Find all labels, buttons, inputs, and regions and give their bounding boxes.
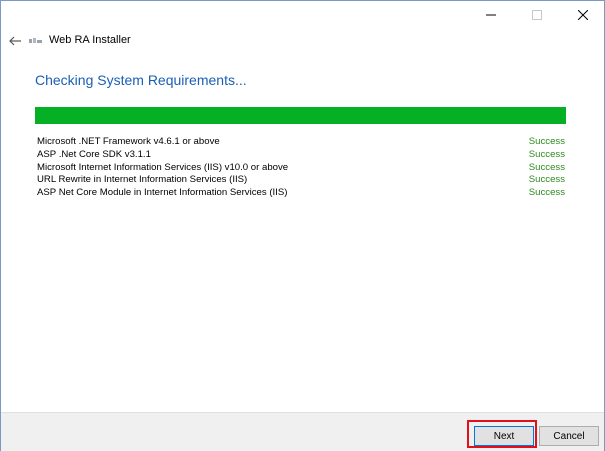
footer-bar: Next Cancel (1, 412, 604, 451)
requirement-name: Microsoft Internet Information Services … (37, 161, 289, 173)
progress-bar (35, 107, 566, 124)
back-button[interactable] (5, 32, 25, 50)
cancel-button[interactable]: Cancel (539, 426, 599, 446)
requirement-name: Microsoft .NET Framework v4.6.1 or above (37, 136, 220, 147)
requirement-row: Microsoft .NET Framework v4.6.1 or above… (37, 136, 565, 149)
requirement-name: URL Rewrite in Internet Information Serv… (37, 174, 248, 186)
requirement-row: ASP Net Core Module in Internet Informat… (37, 187, 565, 200)
requirement-status: Success (528, 148, 565, 160)
close-button[interactable] (560, 1, 605, 29)
requirement-name: ASP .Net Core SDK v3.1.1 (37, 148, 151, 160)
requirement-status: Success (528, 161, 565, 173)
requirement-row: ASP .Net Core SDK v3.1.1 Success (37, 149, 565, 162)
next-button[interactable]: Next (474, 426, 534, 446)
app-title: Web RA Installer (49, 34, 131, 46)
requirement-name: ASP Net Core Module in Internet Informat… (37, 187, 288, 199)
requirement-status: Success (528, 136, 565, 147)
requirement-row: Microsoft Internet Information Services … (37, 162, 565, 175)
requirement-status: Success (528, 187, 565, 199)
maximize-button[interactable] (514, 1, 560, 29)
minimize-button[interactable] (468, 1, 514, 29)
page-heading: Checking System Requirements... (35, 72, 247, 88)
maximize-icon (532, 10, 542, 20)
close-icon (578, 10, 588, 20)
minimize-icon (486, 14, 496, 16)
installer-window: Web RA Installer Checking System Require… (0, 0, 605, 451)
requirement-row: URL Rewrite in Internet Information Serv… (37, 174, 565, 187)
back-arrow-icon (9, 36, 21, 46)
progress-fill (35, 107, 566, 124)
app-logo-icon (29, 38, 42, 43)
requirements-list: Microsoft .NET Framework v4.6.1 or above… (37, 136, 565, 200)
requirement-status: Success (528, 174, 565, 186)
